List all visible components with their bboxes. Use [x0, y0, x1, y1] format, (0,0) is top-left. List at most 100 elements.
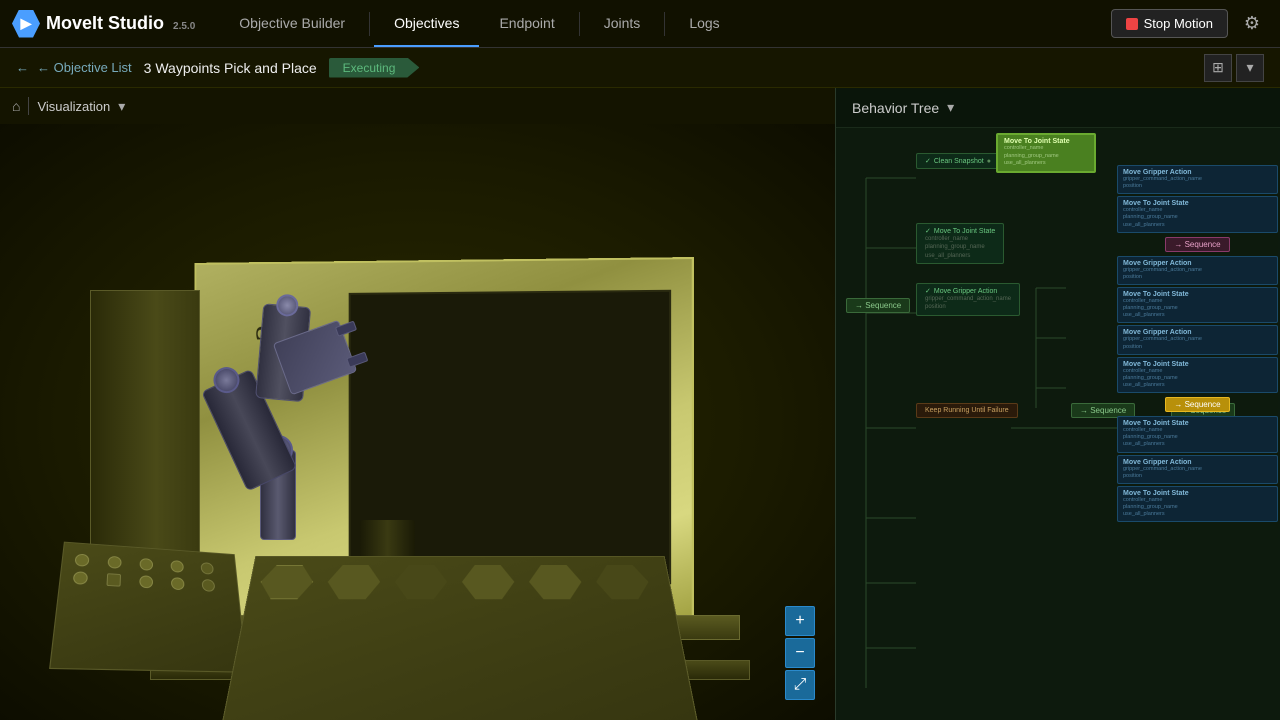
node-move-joint-r2[interactable]: Move To Joint State controller_name plan… [1117, 196, 1278, 232]
node-move-gripper-r1[interactable]: Move Gripper Action gripper_command_acti… [1117, 165, 1278, 194]
highlight-node-top[interactable]: Move To Joint State controller_name plan… [996, 133, 1096, 173]
clean-snapshot-label: ✓Clean Snapshot ● [925, 157, 991, 165]
node-r3-detail: gripper_command_action_name position [1123, 267, 1272, 281]
machine-cabinet: S [90, 260, 740, 640]
nav-divider-3 [664, 12, 665, 36]
node-r5-title: Move Gripper Action [1123, 329, 1272, 336]
move-gripper-1-node[interactable]: ✓Move Gripper Action gripper_command_act… [916, 283, 1020, 316]
viz-toolbar: ⌂ Visualization ▾ [0, 88, 835, 124]
parts-grid [59, 543, 239, 604]
move-joint-1-block: ✓Move To Joint State controller_name pla… [916, 223, 1004, 264]
move-gripper-1-block: ✓Move Gripper Action gripper_command_act… [916, 283, 1020, 316]
bt-toolbar: Behavior Tree ▾ [836, 88, 1280, 128]
nav-divider-2 [579, 12, 580, 36]
part-dot [202, 579, 216, 592]
node-r2-title: Move To Joint State [1123, 200, 1272, 207]
node-r9-detail: controller_name planning_group_name use_… [1123, 497, 1272, 518]
top-navigation: ▶ MoveIt Studio 2.5.0 Objective Builder … [0, 0, 1280, 48]
3d-scene: S [0, 124, 835, 720]
keep-running-node[interactable]: Keep Running Until Failure [916, 403, 1018, 418]
zoom-out-button[interactable]: − [785, 638, 815, 668]
keep-running-label: Keep Running Until Failure [925, 407, 1009, 414]
home-view-button[interactable]: ⌂ [12, 98, 20, 114]
nav-item-endpoint[interactable]: Endpoint [479, 0, 574, 47]
stop-icon [1126, 18, 1138, 30]
robot-arm-assembly [200, 300, 420, 570]
part-dot [140, 558, 153, 571]
node-r1-detail: gripper_command_action_name position [1123, 176, 1272, 190]
page-title: 3 Waypoints Pick and Place [144, 60, 317, 76]
part-dot [201, 562, 214, 574]
active-sequence-badge: → Sequence [1165, 397, 1229, 412]
zoom-out-icon: − [795, 644, 804, 662]
part-dot [171, 560, 184, 573]
main-sequence-badge: → Sequence [846, 298, 910, 313]
highlight-details: controller_name planning_group_name use_… [1004, 145, 1088, 168]
layout-expand-button[interactable]: ▾ [1236, 54, 1264, 82]
part-dot [73, 571, 89, 585]
chevron-down-icon: ▾ [1246, 59, 1253, 76]
node-move-gripper-r8[interactable]: Move Gripper Action gripper_command_acti… [1117, 455, 1278, 484]
visualization-panel: ⌂ Visualization ▾ S [0, 88, 835, 720]
node-r4-detail: controller_name planning_group_name use_… [1123, 298, 1272, 319]
stop-motion-button[interactable]: Stop Motion [1111, 9, 1228, 38]
chevron-down-icon: ▾ [947, 99, 954, 115]
viz-label: Visualization [37, 99, 110, 114]
parts-tray-left [49, 542, 247, 673]
pink-seq-wrap: → Sequence [1117, 237, 1278, 252]
node-move-joint-r9[interactable]: Move To Joint State controller_name plan… [1117, 486, 1278, 522]
layout-icon: ⊞ [1212, 59, 1224, 76]
back-label: ← Objective List [37, 60, 132, 75]
zoom-controls: + − ⤢ [785, 606, 815, 700]
right-node-stack: Move Gripper Action gripper_command_acti… [1115, 163, 1280, 524]
breadcrumb-right-controls: ⊞ ▾ [1204, 54, 1264, 82]
node-move-gripper-r5[interactable]: Move Gripper Action gripper_command_acti… [1117, 325, 1278, 354]
nav-item-objectives[interactable]: Objectives [374, 0, 479, 47]
parts-tray-bottom [222, 556, 698, 720]
executing-status-badge: Executing [329, 58, 420, 78]
part-dot [74, 554, 89, 567]
part-square [106, 573, 121, 586]
viz-dropdown-button[interactable]: ▾ [118, 98, 125, 115]
zoom-in-button[interactable]: + [785, 606, 815, 636]
gripper-finger-2 [346, 352, 368, 368]
node-move-joint-r7[interactable]: Move To Joint State controller_name plan… [1117, 416, 1278, 452]
logo-text: MoveIt Studio 2.5.0 [46, 13, 195, 34]
node-r4-title: Move To Joint State [1123, 291, 1272, 298]
node-r5-detail: gripper_command_action_name position [1123, 336, 1272, 350]
layout-toggle-button[interactable]: ⊞ [1204, 54, 1232, 82]
sequence-label: → Sequence [846, 298, 910, 313]
move-joint-1-node[interactable]: ✓Move To Joint State controller_name pla… [916, 223, 1004, 264]
breadcrumb-bar: ← ← Objective List 3 Waypoints Pick and … [0, 48, 1280, 88]
nav-item-joints[interactable]: Joints [584, 0, 661, 47]
behavior-tree-panel: Behavior Tree ▾ [835, 88, 1280, 720]
nav-item-objective-builder[interactable]: Objective Builder [219, 0, 365, 47]
pink-sequence-badge: → Sequence [1165, 237, 1229, 252]
home-icon: ⌂ [12, 98, 20, 114]
node-r8-title: Move Gripper Action [1123, 459, 1272, 466]
gear-icon: ⚙ [1244, 13, 1260, 34]
part-dot [139, 575, 153, 588]
hex-part [594, 565, 652, 599]
chevron-down-icon: ▾ [118, 98, 125, 114]
viz-divider [28, 97, 29, 115]
hex-part [257, 565, 315, 599]
bt-canvas[interactable]: → Sequence ✓Clean Snapshot ● ✓Move To Jo… [836, 128, 1280, 720]
hex-part [528, 565, 584, 599]
node-r3-title: Move Gripper Action [1123, 260, 1272, 267]
node-r6-detail: controller_name planning_group_name use_… [1123, 368, 1272, 389]
part-dot [171, 577, 185, 590]
keep-running-block: Keep Running Until Failure [916, 403, 1018, 418]
bt-title: Behavior Tree [852, 100, 939, 116]
bt-dropdown-button[interactable]: ▾ [947, 99, 954, 116]
back-to-list-link[interactable]: ← ← Objective List [16, 60, 132, 75]
main-nav: Objective Builder Objectives Endpoint Jo… [219, 0, 1110, 47]
node-move-joint-r4[interactable]: Move To Joint State controller_name plan… [1117, 287, 1278, 323]
logo-icon: ▶ [12, 10, 40, 38]
fit-view-button[interactable]: ⤢ [785, 670, 815, 700]
settings-button[interactable]: ⚙ [1236, 8, 1268, 40]
node-move-gripper-r3[interactable]: Move Gripper Action gripper_command_acti… [1117, 256, 1278, 285]
nav-item-logs[interactable]: Logs [669, 0, 739, 47]
node-move-joint-r6[interactable]: Move To Joint State controller_name plan… [1117, 357, 1278, 393]
clean-snapshot-node[interactable]: ✓Clean Snapshot ● [916, 153, 1000, 169]
